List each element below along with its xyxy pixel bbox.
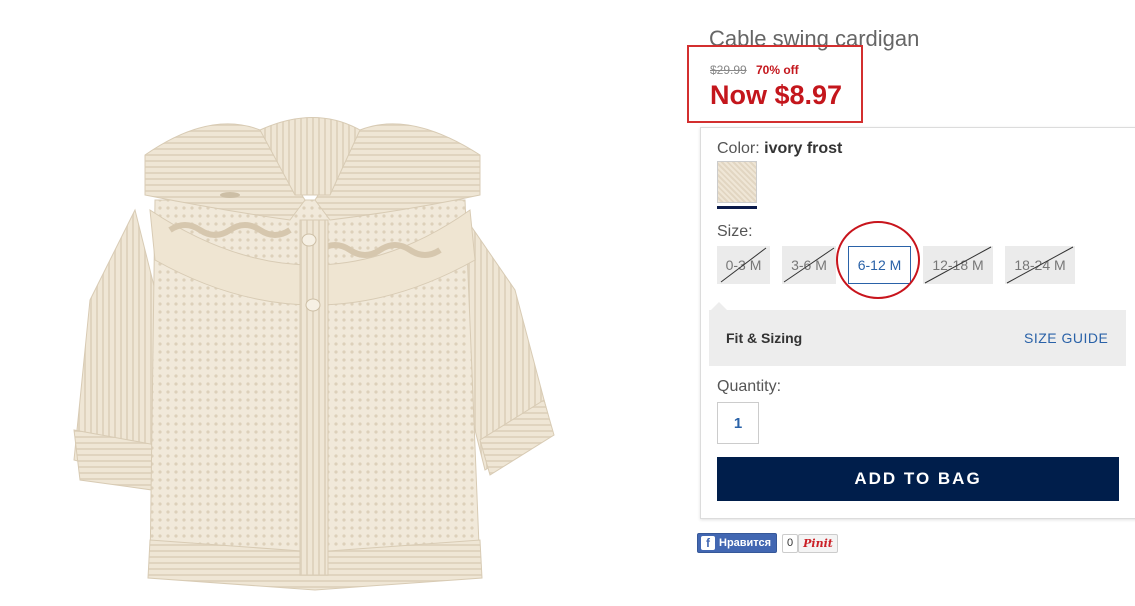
discount-label: 70% off bbox=[756, 63, 799, 77]
original-price: $29.99 bbox=[710, 63, 747, 77]
size-option-3-6m[interactable]: 3-6 M bbox=[782, 246, 836, 284]
size-option-18-24m[interactable]: 18-24 M bbox=[1005, 246, 1075, 284]
unavailable-strike-icon bbox=[924, 246, 992, 284]
size-option-12-18m[interactable]: 12-18 M bbox=[923, 246, 993, 284]
pinterest-pin-button[interactable]: Pinit bbox=[798, 534, 838, 553]
size-option-6-12m[interactable]: 6-12 M bbox=[848, 246, 911, 284]
unavailable-strike-icon bbox=[1006, 246, 1074, 284]
color-value: ivory frost bbox=[764, 140, 843, 157]
quantity-input[interactable] bbox=[717, 402, 759, 444]
fit-bar-notch bbox=[711, 302, 727, 310]
size-option-0-3m[interactable]: 0-3 M bbox=[717, 246, 770, 284]
color-label-text: Color: bbox=[717, 140, 760, 157]
size-label: Size: bbox=[717, 223, 753, 240]
color-label: Color: ivory frost bbox=[717, 140, 842, 158]
facebook-like-label: Нравится bbox=[719, 537, 772, 549]
add-to-bag-button[interactable]: ADD TO BAG bbox=[717, 457, 1119, 501]
facebook-like-button[interactable]: f Нравится bbox=[697, 533, 777, 553]
color-swatch-ivory-frost[interactable] bbox=[717, 161, 757, 203]
quantity-label: Quantity: bbox=[717, 378, 782, 395]
size-guide-link[interactable]: SIZE GUIDE bbox=[1024, 330, 1108, 346]
swatch-selected-indicator bbox=[717, 206, 757, 209]
unavailable-strike-icon bbox=[720, 247, 767, 283]
size-option-label: 6-12 M bbox=[857, 257, 902, 273]
facebook-icon: f bbox=[701, 536, 715, 550]
pin-count: 0 bbox=[782, 534, 798, 553]
product-image bbox=[60, 100, 570, 600]
unavailable-strike-icon bbox=[783, 247, 835, 283]
sale-price: Now $8.97 bbox=[710, 80, 843, 110]
fit-sizing-label: Fit & Sizing bbox=[726, 330, 803, 346]
